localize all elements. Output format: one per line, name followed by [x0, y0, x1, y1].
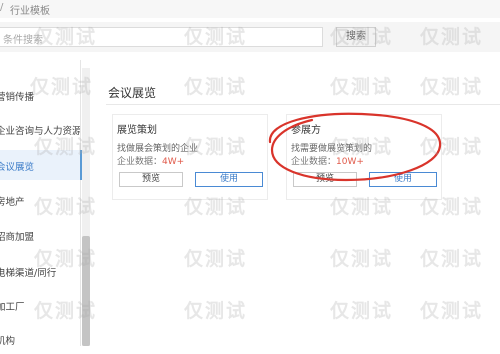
watermark: 仅测试 — [330, 300, 394, 322]
sidebar-item-real-estate[interactable]: 房地产 — [0, 185, 80, 215]
watermark: 仅测试 — [420, 248, 484, 270]
card-users-label: 企业数据： — [117, 157, 163, 167]
sidebar: 营销传播 企业咨询与人力资源 会议展览 房地产 招商加盟 电梯渠道/同行 加工厂… — [0, 60, 82, 347]
template-card[interactable]: 展览策划 找做展会策划的企业 企业数据：4W+ 预览 使用 — [112, 114, 268, 200]
sidebar-item-label: 机构 — [0, 336, 16, 347]
card-users: 企业数据：4W+ — [117, 154, 184, 167]
sidebar-item-factory[interactable]: 加工厂 — [0, 290, 80, 320]
sidebar-item-label: 招商加盟 — [0, 232, 35, 243]
watermark: 仅测试 — [184, 248, 248, 270]
watermark: 仅测试 — [330, 248, 394, 270]
breadcrumb-current: 行业模板 — [10, 6, 50, 17]
search-bar: 条件搜索 搜索 — [0, 22, 500, 52]
use-button[interactable]: 使用 — [195, 172, 263, 187]
card-description: 找做展会策划的企业 — [117, 144, 199, 154]
watermark: 仅测试 — [420, 300, 484, 322]
breadcrumb-separator: / — [0, 2, 4, 13]
sidebar-item-label: 加工厂 — [0, 302, 25, 313]
page-title: 会议展览 — [108, 86, 157, 100]
title-divider — [106, 104, 500, 105]
watermark: 仅测试 — [330, 76, 394, 98]
sidebar-item-label: 房地产 — [0, 197, 25, 208]
sidebar-item-label: 会议展览 — [0, 162, 35, 173]
sidebar-item-label: 电梯渠道/同行 — [0, 268, 57, 279]
card-name: 展览策划 — [117, 125, 157, 136]
sidebar-item-institution[interactable]: 机构 — [0, 324, 80, 354]
sidebar-item-marketing[interactable]: 营销传播 — [0, 80, 80, 110]
search-button[interactable]: 搜索 — [336, 27, 376, 47]
card-users-value: 4W+ — [162, 157, 185, 167]
preview-button[interactable]: 预览 — [119, 172, 183, 187]
sidebar-scrollbar[interactable] — [82, 68, 90, 346]
sidebar-item-label: 营销传播 — [0, 92, 35, 103]
watermark: 仅测试 — [184, 300, 248, 322]
watermark: 仅测试 — [420, 76, 484, 98]
annotation-ellipse — [268, 112, 442, 182]
sidebar-item-consulting[interactable]: 企业咨询与人力资源 — [0, 114, 80, 144]
sidebar-item-franchise[interactable]: 招商加盟 — [0, 220, 80, 250]
sidebar-item-channel[interactable]: 电梯渠道/同行 — [0, 256, 80, 286]
search-input[interactable]: 条件搜索 — [0, 27, 323, 47]
scrollbar-thumb[interactable] — [82, 236, 90, 346]
sidebar-item-exhibition[interactable]: 会议展览 — [0, 150, 82, 180]
breadcrumb: / 行业模板 — [0, 0, 500, 18]
watermark: 仅测试 — [184, 76, 248, 98]
sidebar-item-label: 企业咨询与人力资源 — [0, 126, 80, 137]
